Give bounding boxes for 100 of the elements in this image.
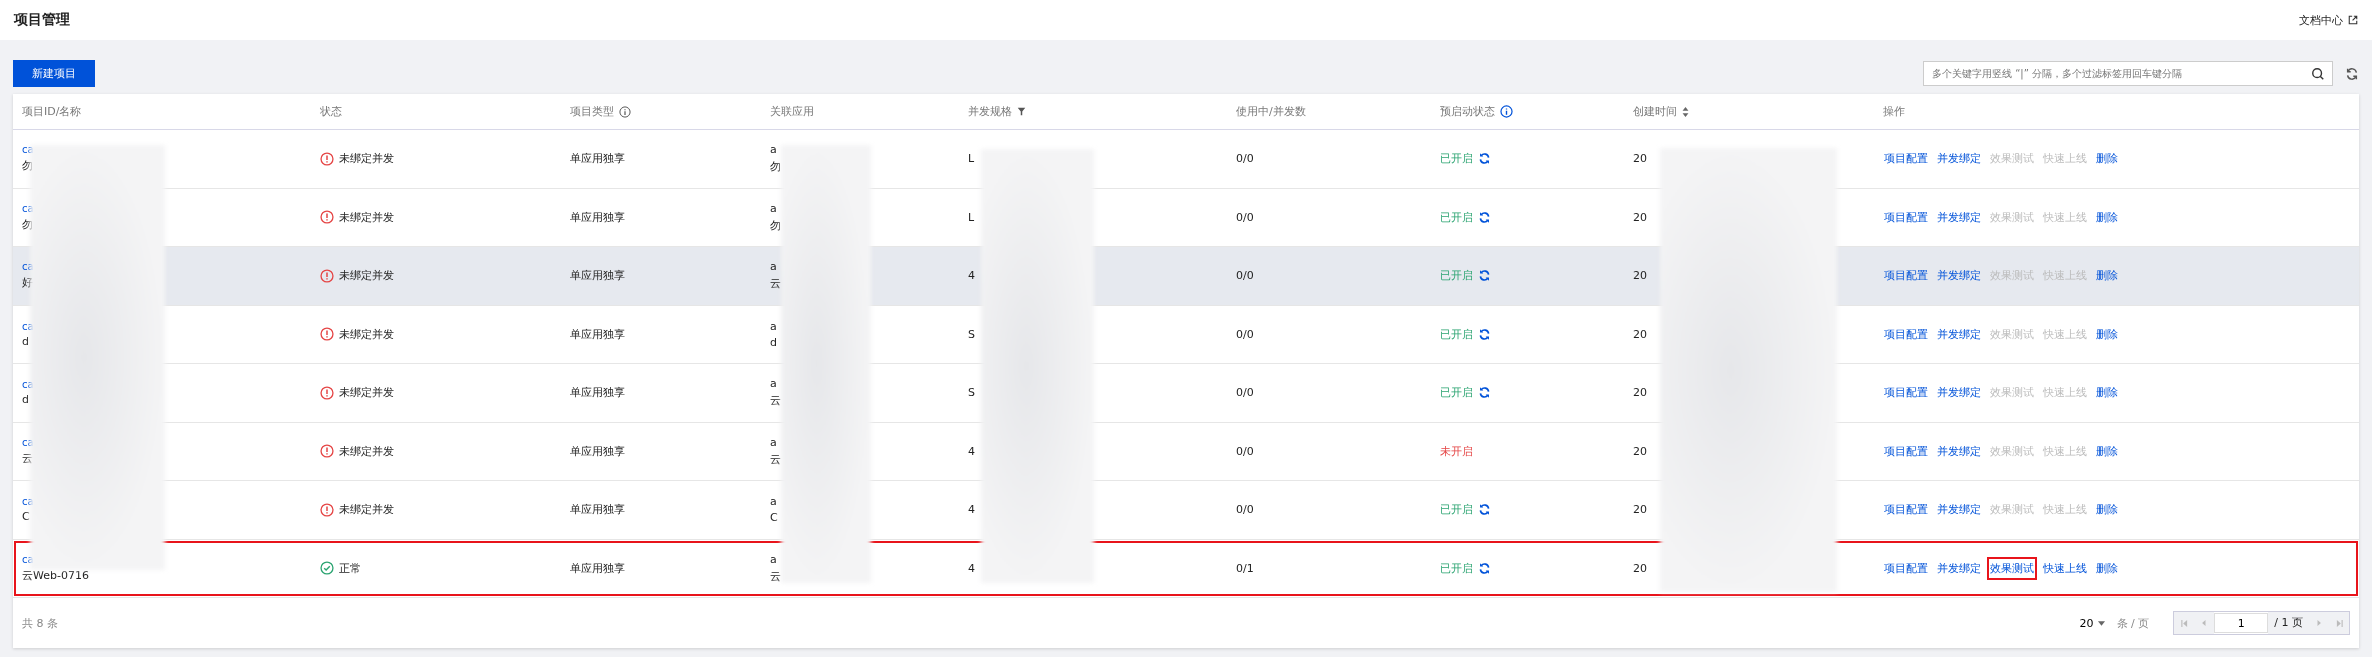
sync-icon[interactable] (1478, 561, 1491, 575)
column-header: 创建时间 (1633, 104, 1677, 119)
action-link[interactable]: 删除 (2095, 558, 2119, 578)
app-text: d (770, 335, 777, 349)
spec-text: L (968, 210, 975, 224)
action-link[interactable]: 项目配置 (1883, 383, 1929, 403)
action-link[interactable]: 并发绑定 (1936, 149, 1982, 169)
prestart-status: 已开启 (1440, 502, 1473, 518)
action-link[interactable]: 项目配置 (1883, 266, 1929, 286)
action-link[interactable]: 删除 (2095, 207, 2119, 227)
create-project-button[interactable]: 新建项目 (13, 60, 95, 87)
action-link[interactable]: 删除 (2095, 266, 2119, 286)
sync-icon[interactable] (1478, 210, 1491, 224)
sync-icon[interactable] (1478, 503, 1491, 517)
search-icon (2311, 67, 2325, 81)
app-text: a (770, 319, 777, 333)
action-link[interactable]: 删除 (2095, 383, 2119, 403)
usage-text: 0/0 (1236, 210, 1254, 224)
created-time: 20 (1633, 269, 1647, 283)
sync-icon[interactable] (1478, 269, 1491, 283)
action-link[interactable]: 快速上线 (2042, 558, 2088, 578)
action-link[interactable]: 并发绑定 (1936, 500, 1982, 520)
project-type: 单应用独享 (570, 502, 625, 518)
action-link[interactable]: 删除 (2095, 149, 2119, 169)
action-link[interactable]: 项目配置 (1883, 324, 1929, 344)
sync-icon[interactable] (1478, 327, 1491, 341)
action-link[interactable]: 并发绑定 (1936, 266, 1982, 286)
project-type: 单应用独享 (570, 560, 625, 576)
page-title: 项目管理 (14, 11, 70, 29)
column-header: 操作 (1883, 104, 1905, 119)
project-id-link[interactable]: ca (22, 496, 34, 508)
project-id-link[interactable]: ca (22, 261, 34, 273)
action-link[interactable]: 项目配置 (1883, 558, 1929, 578)
project-id-link[interactable]: ca (22, 553, 34, 565)
project-name: 勿 (22, 158, 33, 174)
app-text: a (770, 143, 777, 157)
action-link[interactable]: 删除 (2095, 441, 2119, 461)
spec-text: 4 (968, 269, 975, 283)
created-time: 20 (1633, 210, 1647, 224)
app-text: 云 (770, 568, 781, 584)
action-link[interactable]: 并发绑定 (1936, 324, 1982, 344)
project-id-link[interactable]: ca (22, 379, 34, 391)
usage-text: 0/1 (1236, 561, 1254, 575)
app-text: 云 (770, 451, 781, 467)
project-name: 云 (22, 450, 33, 466)
project-id-link[interactable]: ca (22, 202, 34, 214)
project-type: 单应用独享 (570, 268, 625, 284)
prestart-status: 已开启 (1440, 560, 1473, 576)
project-name: 好 (22, 275, 33, 291)
app-text: a (770, 495, 777, 509)
project-id-link[interactable]: ca (22, 436, 34, 448)
column-header: 状态 (320, 104, 342, 119)
spec-text: L (968, 152, 975, 166)
spec-text: 4 (968, 444, 975, 458)
column-header: 项目类型 (570, 104, 614, 119)
external-link-icon (2348, 15, 2358, 25)
usage-text: 0/0 (1236, 444, 1254, 458)
status-text: 未绑定并发 (339, 209, 394, 225)
action-link[interactable]: 并发绑定 (1936, 383, 1982, 403)
status-text: 未绑定并发 (339, 385, 394, 401)
status-text: 未绑定并发 (339, 502, 394, 518)
action-link[interactable]: 效果测试 (1989, 558, 2035, 578)
action-link[interactable]: 并发绑定 (1936, 558, 1982, 578)
page-total: / 1 页 (2268, 612, 2309, 634)
created-time: 20 (1633, 561, 1647, 575)
app-text: a (770, 201, 777, 215)
action-link[interactable]: 并发绑定 (1936, 207, 1982, 227)
app-text: 云 (770, 276, 781, 292)
status-text: 未绑定并发 (339, 443, 394, 459)
action-link[interactable]: 项目配置 (1883, 207, 1929, 227)
page-size-unit: 条 / 页 (2116, 615, 2150, 631)
action-link[interactable]: 项目配置 (1883, 500, 1929, 520)
action-link[interactable]: 删除 (2095, 500, 2119, 520)
usage-text: 0/0 (1236, 386, 1254, 400)
search-field[interactable]: 多个关键字用竖线 “|” 分隔，多个过滤标签用回车键分隔 (1923, 61, 2333, 86)
app-text: a (770, 260, 777, 274)
spec-text: S (968, 327, 975, 341)
action-link[interactable]: 删除 (2095, 324, 2119, 344)
created-time: 20 (1633, 386, 1647, 400)
created-time: 20 (1633, 503, 1647, 517)
usage-text: 0/0 (1236, 503, 1254, 517)
doc-link[interactable]: 文档中心 (2299, 12, 2358, 28)
column-header: 并发规格 (968, 104, 1012, 119)
sync-icon[interactable] (1478, 386, 1491, 400)
usage-text: 0/0 (1236, 269, 1254, 283)
project-id-link[interactable]: ca (22, 320, 34, 332)
status-text: 未绑定并发 (339, 326, 394, 342)
sort-icon[interactable] (1682, 106, 1689, 117)
page-size-select[interactable]: 20 (2073, 615, 2111, 631)
filter-icon[interactable] (1017, 107, 1026, 116)
spec-text: S (968, 386, 975, 400)
action-link[interactable]: 并发绑定 (1936, 441, 1982, 461)
project-id-link[interactable]: ca (22, 144, 34, 156)
refresh-icon[interactable] (2345, 66, 2359, 81)
action-link[interactable]: 项目配置 (1883, 441, 1929, 461)
action-link[interactable]: 项目配置 (1883, 149, 1929, 169)
status-text: 未绑定并发 (339, 151, 394, 167)
status-text: 正常 (339, 560, 361, 576)
page-input[interactable]: 1 (2214, 613, 2269, 633)
sync-icon[interactable] (1478, 152, 1491, 166)
